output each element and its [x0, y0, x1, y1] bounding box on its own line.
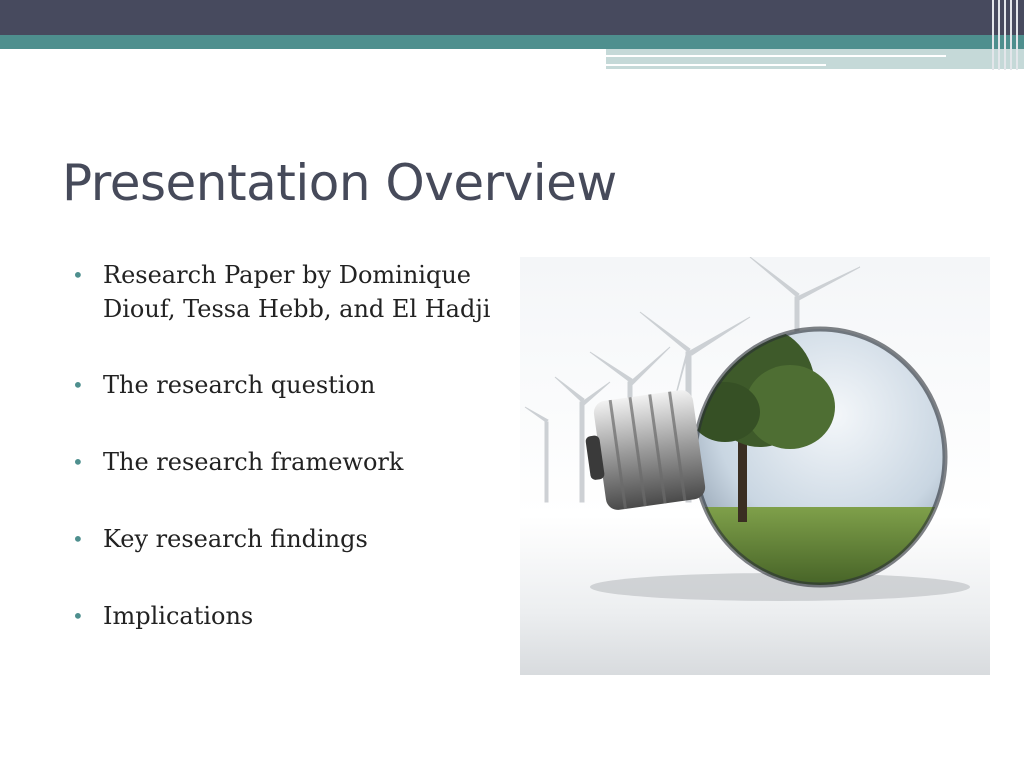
bullet-text: Key research findings: [103, 525, 368, 553]
bullet-text: Research Paper by Dominique Diouf, Tessa…: [103, 261, 491, 323]
header-band-dark: [0, 0, 1024, 35]
bullet-list: • Research Paper by Dominique Diouf, Tes…: [70, 258, 500, 633]
header-line: [606, 55, 946, 57]
header-bands: [0, 0, 1024, 70]
bullet-icon: •: [72, 604, 84, 628]
bullet-icon: •: [72, 373, 84, 397]
header-band-light: [606, 49, 1024, 69]
bullet-text: Implications: [103, 602, 254, 630]
list-item: • The research framework: [70, 445, 500, 479]
light-bulb-landscape-icon: [520, 257, 990, 675]
slide-title: Presentation Overview: [62, 154, 617, 212]
bullet-text: The research question: [103, 371, 376, 399]
header-band-teal: [0, 35, 1024, 49]
list-item: • Research Paper by Dominique Diouf, Tes…: [70, 258, 500, 326]
bullet-icon: •: [72, 263, 84, 287]
list-item: • Implications: [70, 599, 500, 633]
light-bulb-landscape-image: [524, 257, 970, 601]
header-stripes: [990, 0, 1024, 70]
list-item: • The research question: [70, 368, 500, 402]
bullet-icon: •: [72, 527, 84, 551]
bullet-icon: •: [72, 450, 84, 474]
list-item: • Key research findings: [70, 522, 500, 556]
bullet-text: The research framework: [103, 448, 404, 476]
header-line: [606, 64, 826, 66]
